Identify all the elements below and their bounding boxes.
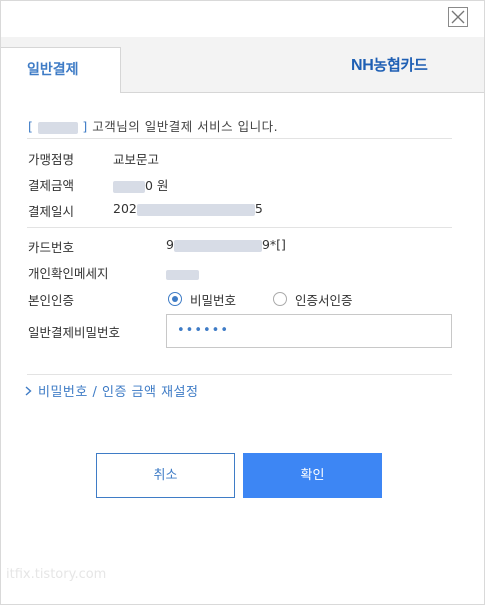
watermark: itfix.tistory.com: [6, 567, 107, 582]
nh-card-logo: NH농협카드: [351, 54, 428, 75]
card-number-value: 9 9*[]: [166, 237, 286, 252]
radio-password[interactable]: [168, 292, 182, 306]
personal-message-label: 개인확인메세지: [28, 266, 109, 281]
masked-datetime: [136, 203, 255, 216]
payment-dialog: 일반결제 NH농협카드 [ ] 고객님의 일반결제 서비스 입니다. 가맹점명 …: [0, 0, 485, 605]
amount-label: 결제금액: [28, 178, 75, 193]
datetime-prefix: 202: [113, 201, 137, 216]
notice-bracket-close: ]: [82, 119, 88, 134]
chevron-right-icon: [25, 385, 32, 400]
datetime-value: 202 5: [113, 201, 263, 216]
divider: [27, 374, 452, 375]
service-notice: [ ] 고객님의 일반결제 서비스 입니다.: [28, 116, 278, 135]
divider: [27, 138, 452, 139]
masked-amount: [113, 180, 145, 193]
notice-bracket-open: [: [28, 119, 34, 134]
divider: [27, 227, 452, 228]
merchant-label: 가맹점명: [28, 152, 75, 167]
amount-suffix: 0 원: [145, 178, 169, 193]
payment-password-input[interactable]: ••••••: [166, 314, 452, 348]
auth-method-label: 본인인증: [28, 293, 75, 308]
card-number-label: 카드번호: [28, 240, 75, 255]
card-number-prefix: 9: [166, 237, 174, 252]
brand-name: 농협카드: [373, 57, 428, 74]
datetime-label: 결제일시: [28, 204, 75, 219]
notice-text: 고객님의 일반결제 서비스 입니다.: [92, 119, 279, 134]
brand-nh: NH: [351, 57, 374, 74]
personal-message-value: [166, 266, 199, 281]
radio-password-label[interactable]: 비밀번호: [190, 290, 236, 309]
cancel-button[interactable]: 취소: [96, 453, 235, 498]
title-bar: [1, 1, 484, 37]
confirm-button[interactable]: 확인: [243, 453, 382, 498]
amount-value: 0 원: [113, 175, 168, 194]
merchant-value: 교보문고: [113, 152, 160, 167]
close-button[interactable]: [448, 7, 468, 27]
tab-general-payment[interactable]: 일반결제: [1, 47, 121, 93]
radio-certificate[interactable]: [273, 292, 287, 306]
masked-personal-message: [166, 269, 199, 280]
reset-link-label: 비밀번호 / 인증 금액 재설정: [38, 385, 199, 400]
reset-password-link[interactable]: 비밀번호 / 인증 금액 재설정: [25, 381, 198, 400]
masked-customer-name: [37, 121, 78, 134]
close-icon: [451, 10, 465, 24]
payment-password-label: 일반결제비밀번호: [28, 325, 121, 340]
masked-card-number: [173, 239, 262, 252]
radio-certificate-label[interactable]: 인증서인증: [295, 290, 353, 309]
datetime-suffix: 5: [254, 201, 263, 216]
card-number-suffix: 9*[]: [261, 237, 286, 252]
